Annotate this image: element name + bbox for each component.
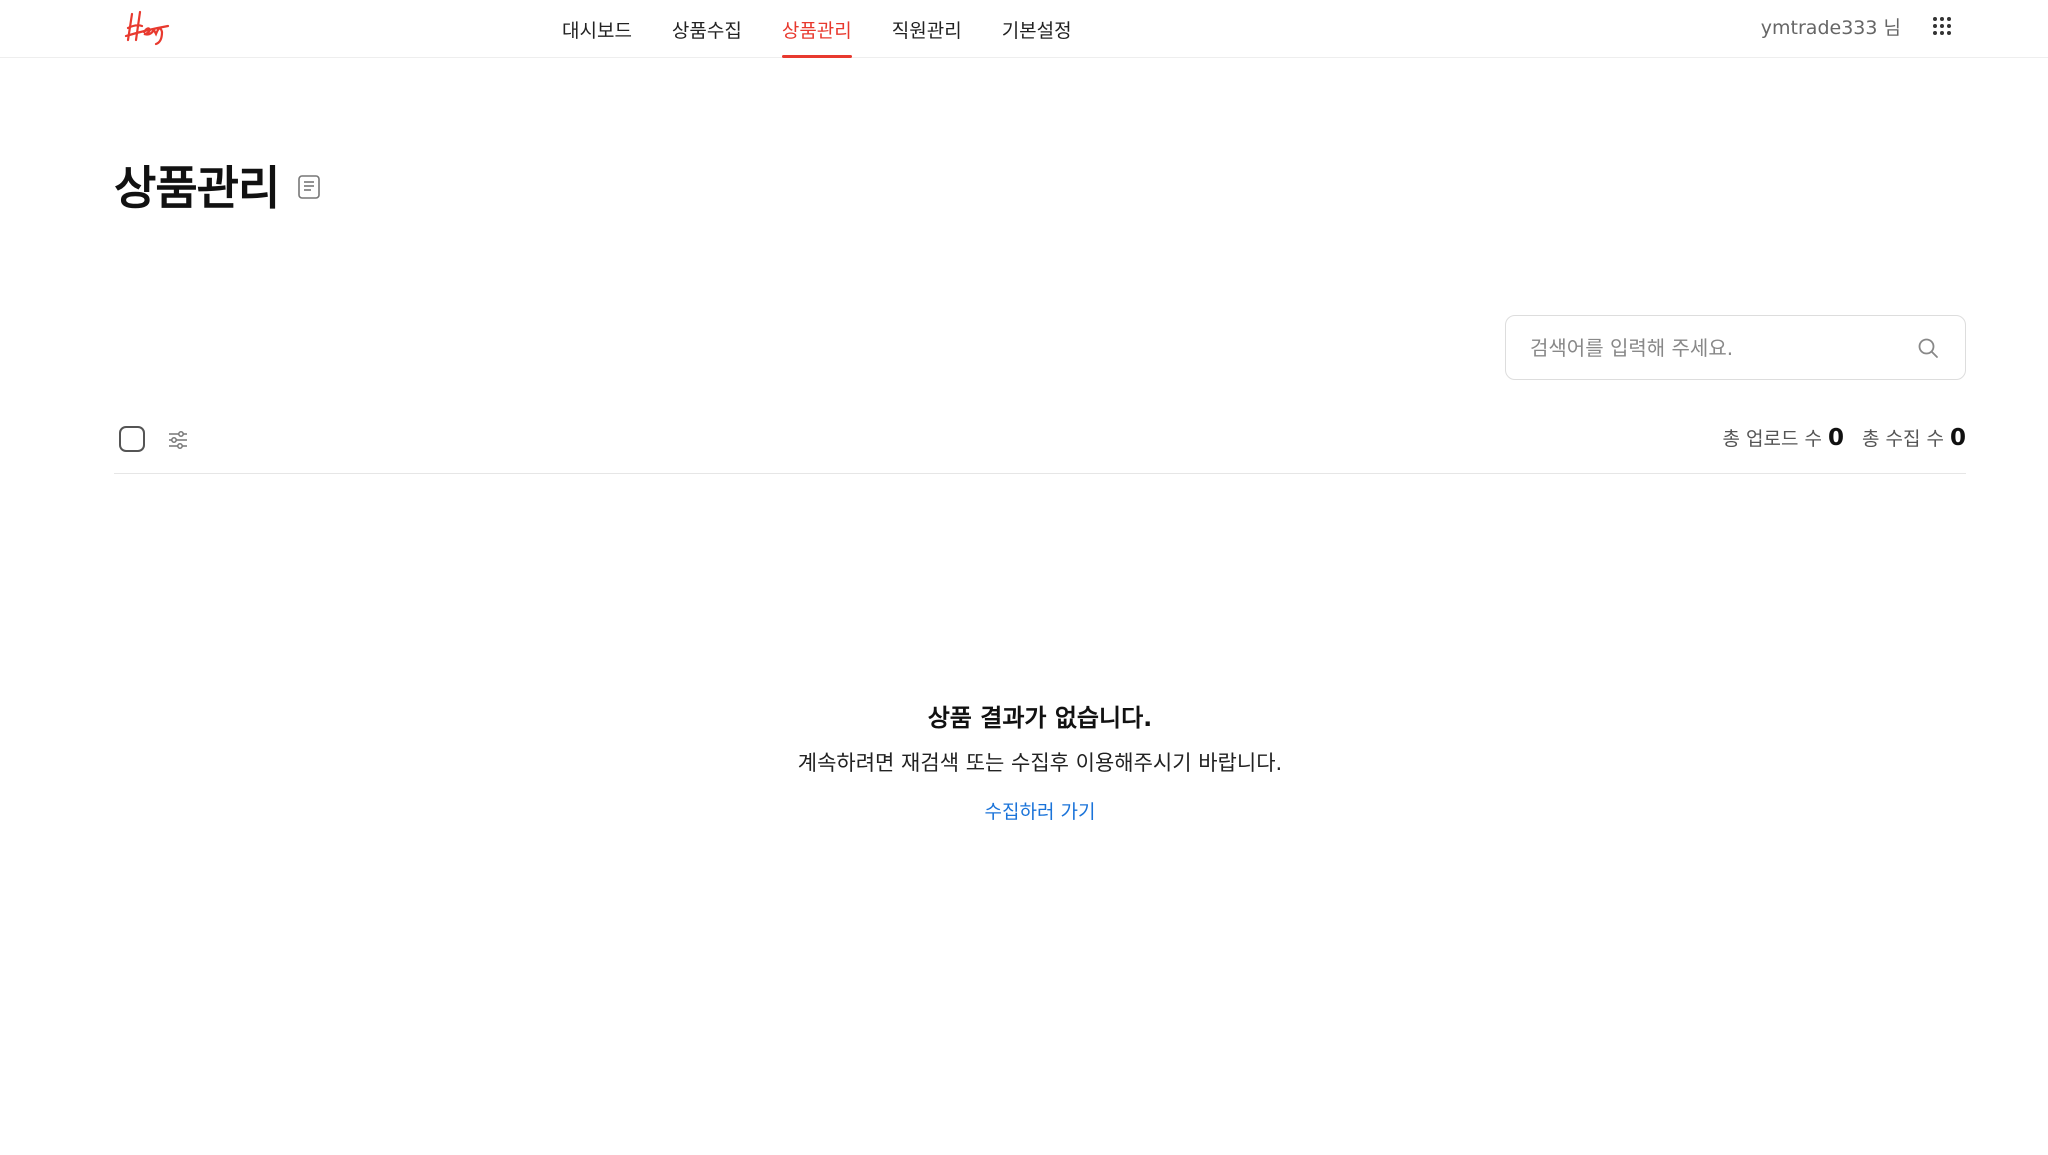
memo-icon[interactable] — [297, 174, 323, 202]
page-header: 상품관리 — [114, 152, 323, 218]
sliders-icon[interactable] — [166, 428, 190, 452]
collect-count-value: 0 — [1949, 425, 1966, 451]
user-name[interactable]: ymtrade333 님 — [1761, 0, 1901, 52]
nav-item-settings[interactable]: 기본설정 — [982, 0, 1092, 58]
main-nav: 대시보드 상품수집 상품관리 직원관리 기본설정 — [542, 0, 1092, 58]
list-toolbar: 총 업로드 수 0 총 수집 수 0 — [114, 418, 1966, 474]
nav-item-product-manage[interactable]: 상품관리 — [762, 0, 872, 58]
empty-state: 상품 결과가 없습니다. 계속하려면 재검색 또는 수집후 이용해주시기 바랍니… — [0, 698, 2048, 824]
collect-count-label: 총 수집 수 — [1861, 428, 1944, 450]
go-collect-link[interactable]: 수집하러 가기 — [985, 797, 1096, 824]
upload-count-value: 0 — [1827, 425, 1844, 451]
hey-logo-graphic — [124, 10, 170, 46]
select-all-checkbox[interactable] — [119, 426, 145, 452]
empty-state-title: 상품 결과가 없습니다. — [927, 704, 1153, 732]
upload-count-label: 총 업로드 수 — [1722, 428, 1822, 450]
empty-state-description: 계속하려면 재검색 또는 수집후 이용해주시기 바랍니다. — [797, 751, 1283, 775]
hey-logo[interactable] — [122, 6, 172, 46]
search-box — [1505, 315, 1966, 380]
search-icon[interactable] — [1917, 337, 1939, 359]
nav-item-dashboard[interactable]: 대시보드 — [542, 0, 652, 58]
top-navigation-bar: 대시보드 상품수집 상품관리 직원관리 기본설정 ymtrade333 님 — [0, 0, 2048, 58]
count-summary: 총 업로드 수 0 총 수집 수 0 — [1722, 424, 1966, 451]
nav-item-staff-manage[interactable]: 직원관리 — [872, 0, 982, 58]
grid-dots-icon[interactable] — [1932, 16, 1952, 36]
page-title: 상품관리 — [114, 161, 280, 215]
search-input[interactable] — [1506, 335, 1886, 360]
nav-item-product-collect[interactable]: 상품수집 — [652, 0, 762, 58]
